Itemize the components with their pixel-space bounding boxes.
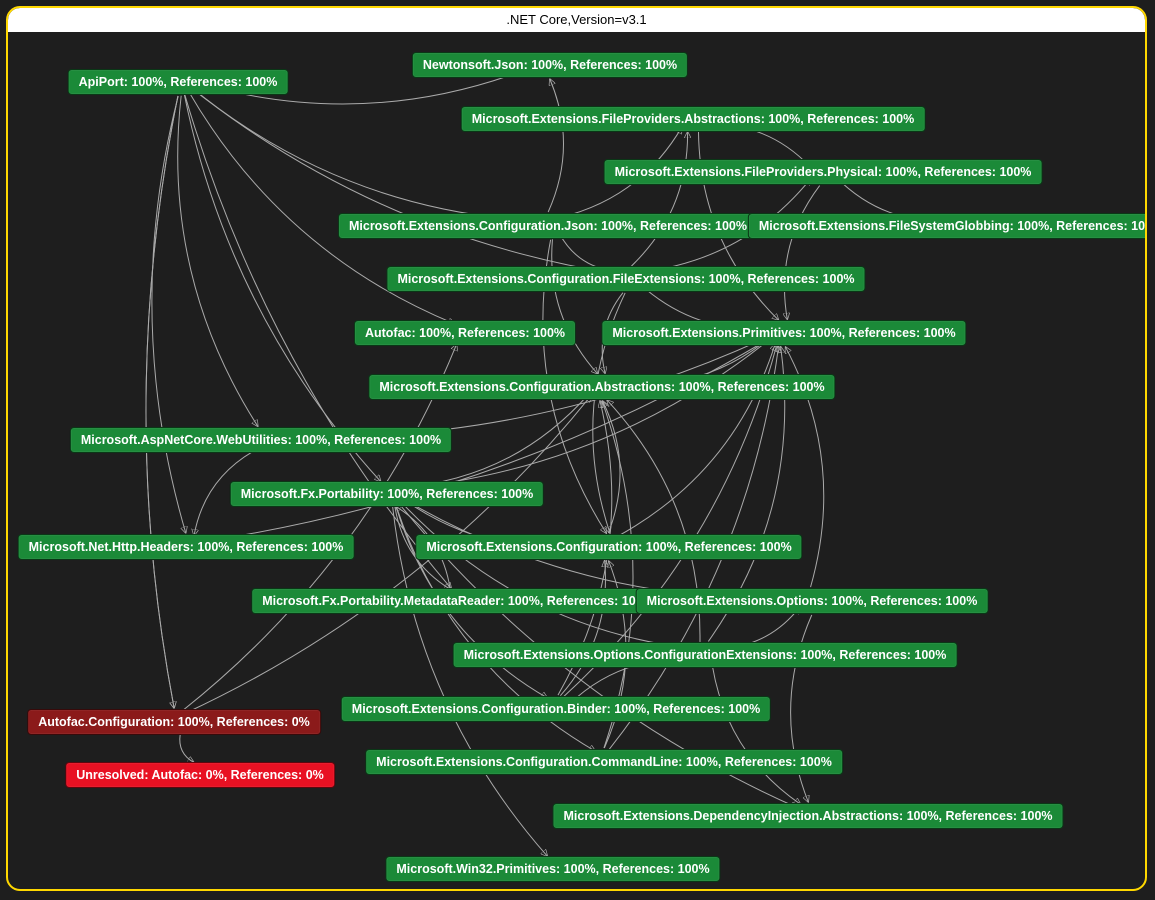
graph-node-label: Microsoft.Extensions.Configuration.Comma…	[376, 755, 832, 769]
graph-edge	[400, 338, 771, 488]
graph-node[interactable]: Microsoft.Fx.Portability: 100%, Referenc…	[230, 481, 544, 507]
graph-node[interactable]: Microsoft.Fx.Portability.MetadataReader:…	[251, 588, 665, 614]
graph-node-label: ApiPort: 100%, References: 100%	[79, 75, 278, 89]
graph-node-label: Microsoft.Extensions.FileProviders.Abstr…	[472, 112, 915, 126]
graph-edge	[552, 239, 598, 373]
graph-node-label: Microsoft.Fx.Portability.MetadataReader:…	[262, 594, 654, 608]
graph-edge	[146, 96, 178, 708]
graph-node[interactable]: Microsoft.Extensions.FileProviders.Physi…	[604, 159, 1043, 185]
graph-edge	[713, 667, 801, 804]
graph-node-label: Microsoft.Extensions.Options: 100%, Refe…	[647, 594, 978, 608]
graph-edge	[560, 560, 605, 695]
graph-node[interactable]: Autofac.Configuration: 100%, References:…	[27, 709, 321, 735]
graph-node-label: Microsoft.Win32.Primitives: 100%, Refere…	[396, 862, 709, 876]
graph-edge	[548, 79, 563, 212]
graph-edge	[178, 96, 258, 427]
graph-edge	[399, 500, 692, 648]
graph-node-label: Microsoft.Extensions.FileSystemGlobbing:…	[759, 219, 1147, 233]
graph-node[interactable]: Unresolved: Autofac: 0%, References: 0%	[65, 762, 335, 788]
graph-node-label: Microsoft.Net.Http.Headers: 100%, Refere…	[29, 540, 344, 554]
graph-edge	[146, 96, 178, 708]
graph-node-label: Microsoft.Extensions.Options.Configurati…	[464, 648, 947, 662]
graph-node-label: Microsoft.Fx.Portability: 100%, Referenc…	[241, 487, 533, 501]
graph-node[interactable]: Microsoft.Extensions.Primitives: 100%, R…	[601, 320, 966, 346]
graph-edge	[603, 401, 620, 533]
graph-node[interactable]: Microsoft.Extensions.FileProviders.Abstr…	[461, 106, 926, 132]
graph-edge	[618, 344, 775, 536]
graph-node[interactable]: Microsoft.Extensions.Options.Configurati…	[453, 642, 958, 668]
graph-node[interactable]: Microsoft.Net.Http.Headers: 100%, Refere…	[18, 534, 355, 560]
graph-node-label: Microsoft.Extensions.FileProviders.Physi…	[615, 165, 1032, 179]
graph-node[interactable]: Microsoft.Win32.Primitives: 100%, Refere…	[385, 856, 720, 882]
graph-node-label: Microsoft.Extensions.Configuration: 100%…	[426, 540, 791, 554]
graph-node[interactable]: Microsoft.Extensions.Configuration: 100%…	[415, 534, 802, 560]
graph-node-label: Microsoft.Extensions.Configuration.Abstr…	[379, 380, 824, 394]
graph-edge	[152, 96, 186, 533]
graph-node[interactable]: Microsoft.Extensions.Configuration.Binde…	[341, 696, 771, 722]
graph-node[interactable]: Microsoft.Extensions.DependencyInjection…	[552, 803, 1063, 829]
graph-edge	[631, 132, 687, 266]
graph-node-label: Unresolved: Autofac: 0%, References: 0%	[76, 768, 324, 782]
graph-node[interactable]: Microsoft.AspNetCore.WebUtilities: 100%,…	[70, 427, 452, 453]
graph-node-label: Microsoft.Extensions.Primitives: 100%, R…	[612, 326, 955, 340]
graph-node-label: Autofac: 100%, References: 100%	[365, 326, 565, 340]
graph-node[interactable]: Newtonsoft.Json: 100%, References: 100%	[412, 52, 688, 78]
graph-node[interactable]: Microsoft.Extensions.Configuration.Json:…	[338, 213, 758, 239]
diagram-canvas[interactable]: ApiPort: 100%, References: 100% Newtonsof…	[8, 32, 1145, 889]
graph-node-label: Microsoft.Extensions.DependencyInjection…	[563, 809, 1052, 823]
graph-node[interactable]: Microsoft.Extensions.Configuration.Comma…	[365, 749, 843, 775]
graph-node-label: Microsoft.Extensions.Configuration.Binde…	[352, 702, 760, 716]
graph-node-label: Newtonsoft.Json: 100%, References: 100%	[423, 58, 677, 72]
graph-node[interactable]: Microsoft.Extensions.Options: 100%, Refe…	[636, 588, 989, 614]
diagram-frame: .NET Core,Version=v3.1 ApiPort: 100%, Re…	[6, 6, 1147, 891]
graph-node-label: Autofac.Configuration: 100%, References:…	[38, 715, 310, 729]
graph-node-label: Microsoft.Extensions.Configuration.FileE…	[397, 272, 854, 286]
graph-node[interactable]: ApiPort: 100%, References: 100%	[68, 69, 289, 95]
graph-node[interactable]: Microsoft.Extensions.Configuration.FileE…	[386, 266, 865, 292]
graph-edge	[784, 186, 819, 320]
graph-node[interactable]: Autofac: 100%, References: 100%	[354, 320, 576, 346]
graph-node[interactable]: Microsoft.Extensions.FileSystemGlobbing:…	[748, 213, 1147, 239]
graph-node-label: Microsoft.Extensions.Configuration.Json:…	[349, 219, 747, 233]
graph-edge	[180, 735, 194, 763]
graph-edge	[184, 94, 380, 481]
graph-node[interactable]: Microsoft.Extensions.Configuration.Abstr…	[368, 374, 835, 400]
graph-node-label: Microsoft.AspNetCore.WebUtilities: 100%,…	[81, 433, 441, 447]
diagram-title: .NET Core,Version=v3.1	[8, 8, 1145, 32]
